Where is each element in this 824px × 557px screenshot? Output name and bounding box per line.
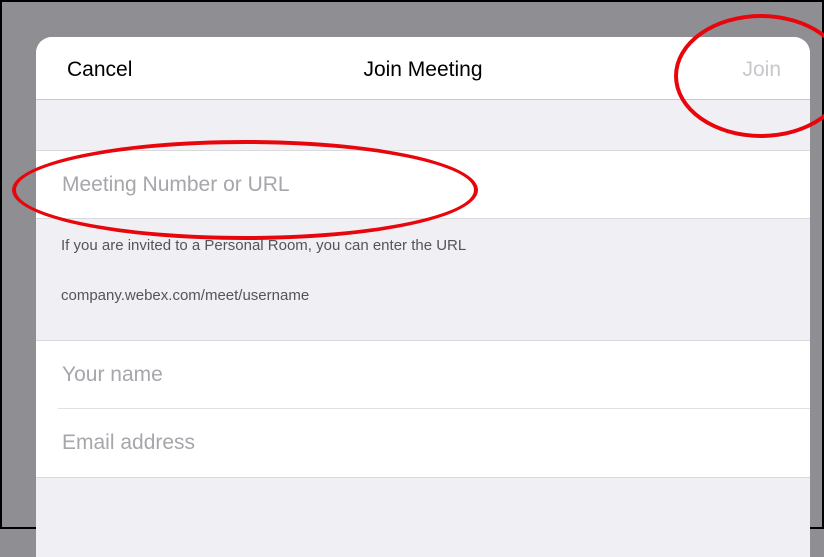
meeting-number-input[interactable]	[62, 151, 762, 218]
join-meeting-dialog: Cancel Join Meeting Join If you are invi…	[36, 37, 810, 557]
meeting-number-cell[interactable]	[58, 151, 810, 218]
personal-room-hint: If you are invited to a Personal Room, y…	[61, 237, 467, 254]
email-input[interactable]	[62, 409, 762, 476]
navigation-bar: Cancel Join Meeting Join	[36, 37, 810, 100]
user-info-group	[36, 340, 810, 478]
screenshot: { "navbar": { "cancel_label": "Cancel", …	[0, 0, 824, 557]
page-title: Join Meeting	[363, 58, 483, 81]
name-cell[interactable]	[58, 341, 810, 409]
meeting-field-group	[36, 150, 810, 219]
email-cell[interactable]	[58, 409, 810, 476]
join-button[interactable]: Join	[742, 58, 781, 82]
name-input[interactable]	[62, 341, 762, 408]
personal-room-url-example: company.webex.com/meet/username	[61, 287, 310, 304]
